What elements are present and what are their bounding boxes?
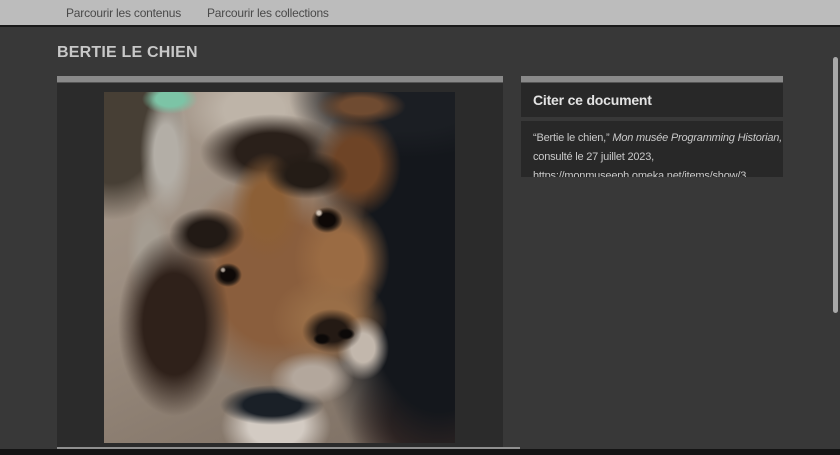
window-bottom-edge <box>0 449 840 455</box>
cite-heading-box: Citer ce document <box>521 83 783 117</box>
sidebar-top-bar <box>521 76 783 83</box>
dog-photo-paint <box>104 92 455 443</box>
cite-heading: Citer ce document <box>533 92 652 108</box>
item-panel-top-bar <box>57 76 503 83</box>
dog-photo[interactable] <box>104 92 455 443</box>
top-nav: Parcourir les contenus Parcourir les col… <box>0 0 840 27</box>
cite-line-3: https://monmuseeph.omeka.net/items/show/… <box>533 167 771 177</box>
item-panel <box>57 83 503 447</box>
nav-link-browse-items[interactable]: Parcourir les contenus <box>66 6 181 20</box>
cite-title-quote: “Bertie le chien,” <box>533 132 612 144</box>
nav-link-browse-collections[interactable]: Parcourir les collections <box>207 6 329 20</box>
cite-site-name: Mon musée Programming Historian, <box>612 132 782 144</box>
page-title: BERTIE LE CHIEN <box>57 44 198 62</box>
cite-line-1: “Bertie le chien,” Mon musée Programming… <box>533 129 771 148</box>
cite-line-2: consulté le 27 juillet 2023, <box>533 148 771 167</box>
cite-body-box: “Bertie le chien,” Mon musée Programming… <box>521 121 783 177</box>
vertical-scrollbar-thumb[interactable] <box>833 57 838 313</box>
